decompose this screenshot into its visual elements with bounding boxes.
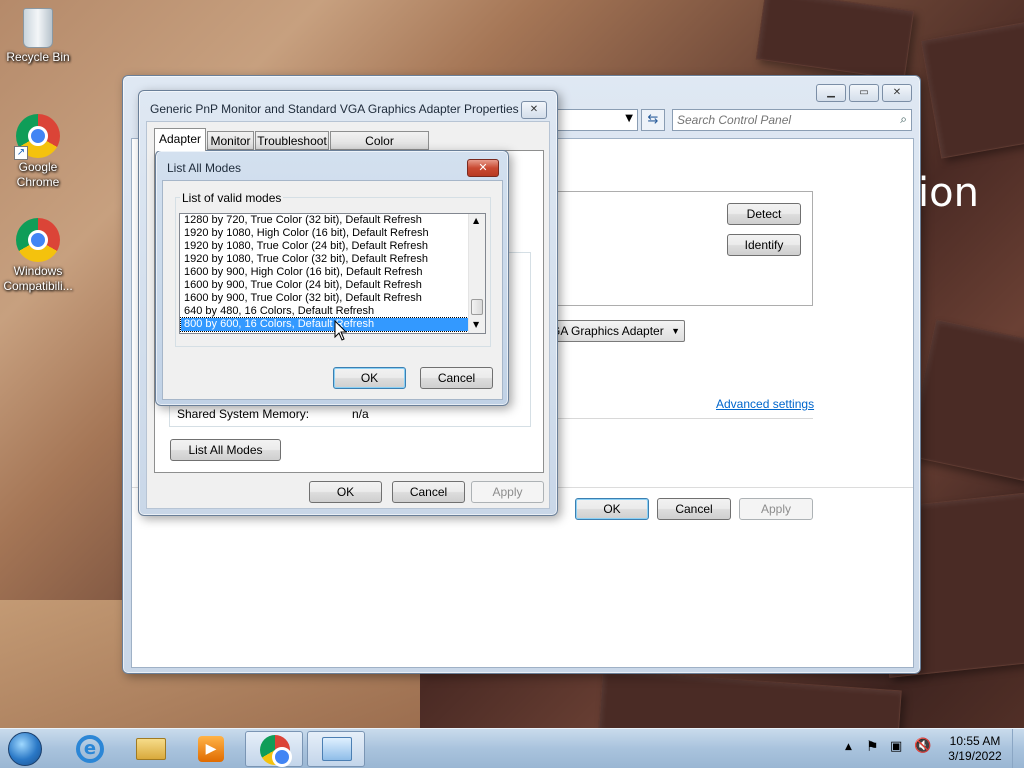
modes-dialog-close-button[interactable]: ✕ [467,159,499,177]
taskbar-chrome[interactable] [245,731,303,767]
modes-cancel-button[interactable]: Cancel [420,367,493,389]
tab-adapter[interactable]: Adapter [154,128,206,151]
tab-troubleshoot-label: Troubleshoot [257,134,327,148]
chrome-icon [16,218,60,262]
properties-close-button[interactable]: ✕ [521,101,547,119]
taskbar-control-panel[interactable] [307,731,365,767]
refresh-button[interactable]: ⇆ [641,109,665,131]
tab-color-management[interactable]: Color Management [330,131,429,166]
modes-listbox[interactable]: 1280 by 720, True Color (32 bit), Defaul… [179,213,486,334]
properties-cancel-button[interactable]: Cancel [392,481,465,503]
tab-adapter-label: Adapter [158,132,202,146]
mode-list-item[interactable]: 1280 by 720, True Color (32 bit), Defaul… [181,214,468,227]
display-select[interactable]: GA Graphics Adapter ▼ [548,320,685,342]
show-desktop-button[interactable] [1012,729,1024,768]
list-all-modes-dialog: List All Modes ✕ List of valid modes 128… [155,150,509,406]
chrome-icon [260,735,292,767]
recycle-bin-graphic [23,8,53,48]
modes-dialog-body: List of valid modes 1280 by 720, True Co… [162,180,503,400]
search-input[interactable] [677,112,887,128]
taskbar-internet-explorer[interactable]: e [62,731,120,767]
internet-explorer-icon: e [76,735,104,763]
chevron-down-icon[interactable]: ▼ [625,113,633,124]
maximize-button[interactable]: ▭ [849,84,879,102]
cp-apply-button: Apply [739,498,813,520]
mode-list-item[interactable]: 800 by 600, 16 Colors, Default Refresh [180,317,469,332]
close-button[interactable]: ✕ [882,84,912,102]
scroll-up-icon[interactable]: ▲ [473,216,479,225]
properties-apply-button: Apply [471,481,544,503]
network-icon[interactable]: ▣ [890,739,902,754]
action-center-flag-icon[interactable]: ⚑ [866,739,879,755]
tab-troubleshoot[interactable]: Troubleshoot [255,131,329,150]
modes-dialog-title: List All Modes [167,161,242,175]
mode-list-item[interactable]: 1920 by 1080, High Color (16 bit), Defau… [181,227,468,240]
valid-modes-label: List of valid modes [180,191,284,205]
control-panel-icon [322,737,352,761]
volume-muted-icon[interactable]: 🔇 [914,738,931,754]
content-divider [552,418,813,419]
start-orb-icon [8,732,42,766]
chevron-down-icon: ▼ [671,326,680,336]
address-bar[interactable]: ▼ [553,109,638,131]
scroll-down-icon[interactable]: ▼ [473,320,479,329]
chrome-icon: ↗ [14,114,60,160]
file-explorer-icon [136,738,166,760]
modes-scrollbar[interactable]: ▲ ▼ [468,214,485,333]
google-chrome-shortcut[interactable]: ↗ Google Chrome [0,114,76,190]
google-chrome-label: Google Chrome [16,160,60,189]
tab-monitor-label: Monitor [210,134,251,148]
advanced-settings-link[interactable]: Advanced settings [716,397,814,411]
scrollbar-thumb[interactable] [471,299,483,315]
media-player-icon: ▶ [198,736,224,762]
display-select-value: GA Graphics Adapter [551,324,664,338]
start-button[interactable] [4,731,48,767]
mode-list-item[interactable]: 1920 by 1080, True Color (32 bit), Defau… [181,253,468,266]
show-hidden-icons-icon[interactable]: ▲ [845,742,852,752]
wallpaper-text: ion [918,170,979,216]
shortcut-arrow-icon: ↗ [14,146,28,160]
recycle-bin-icon[interactable]: Recycle Bin [0,8,76,65]
mode-list-item[interactable]: 1600 by 900, True Color (32 bit), Defaul… [181,292,468,305]
mode-list-item[interactable]: 1600 by 900, True Color (24 bit), Defaul… [181,279,468,292]
clock-date: 3/19/2022 [948,749,1002,763]
search-icon[interactable]: ⌕ [900,112,907,127]
detect-button[interactable]: Detect [727,203,801,225]
close-icon: ✕ [478,161,488,174]
minimize-button[interactable]: ▁ [816,84,846,102]
recycle-bin-label: Recycle Bin [6,50,70,64]
search-box[interactable]: ⌕ [672,109,912,131]
clock[interactable]: 10:55 AM 3/19/2022 [940,734,1010,764]
mode-list-item[interactable]: 1920 by 1080, True Color (24 bit), Defau… [181,240,468,253]
shared-memory-label: Shared System Memory: [177,407,310,421]
mode-list-item[interactable]: 1600 by 900, High Color (16 bit), Defaul… [181,266,468,279]
taskbar-file-explorer[interactable] [122,731,180,767]
windows-compat-shortcut[interactable]: Windows Compatibili... [0,218,76,294]
tab-monitor[interactable]: Monitor [207,131,254,150]
properties-ok-button[interactable]: OK [309,481,382,503]
taskbar: e ▶ ▲ ⚑ ▣ 🔇 10:55 AM 3/19/2022 [0,728,1024,768]
shared-memory-value: n/a [352,407,369,421]
cp-ok-button[interactable]: OK [575,498,649,520]
taskbar-media-player[interactable]: ▶ [182,731,240,767]
cp-cancel-button[interactable]: Cancel [657,498,731,520]
properties-title: Generic PnP Monitor and Standard VGA Gra… [150,102,519,116]
modes-ok-button[interactable]: OK [333,367,406,389]
mode-list-item[interactable]: 640 by 480, 16 Colors, Default Refresh [181,305,468,318]
clock-time: 10:55 AM [949,734,1001,748]
list-all-modes-button[interactable]: List All Modes [170,439,281,461]
windows-compat-label: Windows Compatibili... [3,264,73,293]
identify-button[interactable]: Identify [727,234,801,256]
